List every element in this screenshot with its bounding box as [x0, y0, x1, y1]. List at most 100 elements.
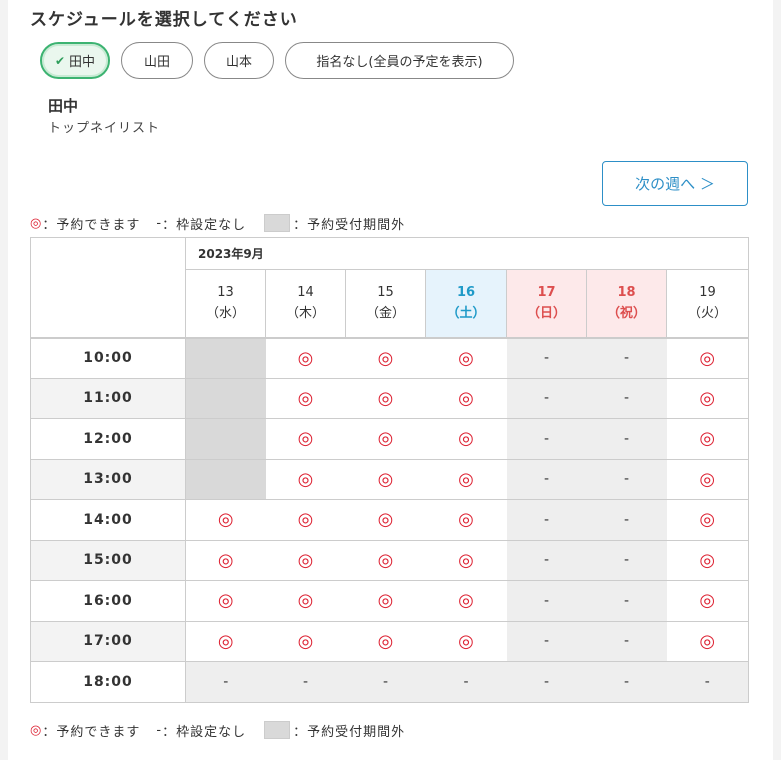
staff-option-label: 指名なし(全員の予定を表示) [316, 55, 483, 70]
available-text: ：予約できます [42, 724, 141, 740]
available-slot[interactable]: ◎ [345, 580, 426, 622]
available-slot[interactable]: ◎ [425, 499, 507, 541]
available-slot[interactable]: ◎ [666, 336, 749, 379]
available-slot[interactable]: ◎ [265, 539, 346, 581]
no-slot: - [586, 620, 667, 662]
time-label: 17:00 [30, 620, 186, 662]
available-slot[interactable]: ◎ [345, 418, 426, 460]
available-slot[interactable]: ◎ [666, 539, 749, 581]
available-slot[interactable]: ◎ [185, 499, 266, 541]
no-slot: - [586, 377, 667, 419]
available-slot[interactable]: ◎ [425, 620, 507, 662]
no-slot: - [185, 661, 266, 703]
time-label: 14:00 [30, 499, 186, 541]
time-slot-row: 11:00 ◎ ◎ ◎ - - ◎ [30, 377, 749, 419]
no-slot: - [506, 661, 587, 703]
available-slot[interactable]: ◎ [425, 377, 507, 419]
selected-staff-title: トップネイリスト [48, 121, 161, 136]
no-slot: - [425, 661, 507, 703]
time-slot-row: 16:00 ◎ ◎ ◎ ◎ - - ◎ [30, 580, 749, 622]
no-slot: - [586, 661, 667, 703]
available-slot[interactable]: ◎ [345, 458, 426, 500]
no-slot: - [586, 539, 667, 581]
outside-period-slot [185, 336, 266, 379]
available-slot[interactable]: ◎ [345, 336, 426, 379]
time-label: 15:00 [30, 539, 186, 581]
no-slot: - [586, 418, 667, 460]
day-date: 14 [297, 285, 314, 301]
available-slot[interactable]: ◎ [666, 377, 749, 419]
day-header: 19 （火） [666, 269, 749, 338]
day-header: 13 （水） [185, 269, 266, 338]
day-date: 13 [217, 285, 234, 301]
day-of-week: （祝） [606, 306, 646, 322]
outside-period-swatch [264, 721, 291, 739]
no-slot: - [586, 336, 667, 379]
day-of-week: （金） [365, 306, 405, 322]
no-slot: - [506, 458, 587, 500]
available-slot[interactable]: ◎ [425, 458, 507, 500]
outside-period-slot [185, 458, 266, 500]
available-slot[interactable]: ◎ [265, 418, 346, 460]
no-slot: - [506, 580, 587, 622]
none-text: ：枠設定なし [162, 217, 247, 233]
available-slot[interactable]: ◎ [345, 620, 426, 662]
available-slot[interactable]: ◎ [425, 580, 507, 622]
available-slot[interactable]: ◎ [666, 499, 749, 541]
staff-option-tanaka[interactable]: ✔ 田中 [40, 42, 110, 79]
available-slot[interactable]: ◎ [345, 377, 426, 419]
time-label: 18:00 [30, 661, 186, 703]
no-slot: - [506, 620, 587, 662]
available-slot[interactable]: ◎ [666, 418, 749, 460]
outside-text: ：予約受付期間外 [293, 724, 406, 740]
available-slot[interactable]: ◎ [265, 336, 346, 379]
time-slot-row: 15:00 ◎ ◎ ◎ ◎ - - ◎ [30, 539, 749, 581]
available-slot[interactable]: ◎ [265, 377, 346, 419]
available-slot[interactable]: ◎ [265, 620, 346, 662]
available-slot[interactable]: ◎ [425, 539, 507, 581]
no-slot: - [586, 580, 667, 622]
available-slot[interactable]: ◎ [185, 539, 266, 581]
available-slot[interactable]: ◎ [345, 539, 426, 581]
available-slot[interactable]: ◎ [345, 499, 426, 541]
next-week-button[interactable]: 次の週へ ＞ [602, 161, 748, 206]
available-slot[interactable]: ◎ [185, 620, 266, 662]
day-of-week: （土） [446, 306, 486, 322]
day-of-week: （水） [205, 306, 245, 322]
time-slot-row: 12:00 ◎ ◎ ◎ - - ◎ [30, 418, 749, 460]
schedule-table: 2023年9月 13 （水） 14 （木） 15 （金） 16 （土） 17 （日） 18 （祝） 19… [30, 237, 749, 703]
no-slot: - [506, 499, 587, 541]
available-slot[interactable]: ◎ [185, 580, 266, 622]
available-slot[interactable]: ◎ [265, 499, 346, 541]
available-slot[interactable]: ◎ [666, 620, 749, 662]
day-of-week: （火） [687, 306, 727, 322]
time-label: 11:00 [30, 377, 186, 419]
available-slot[interactable]: ◎ [425, 336, 507, 379]
time-label: 10:00 [30, 336, 186, 379]
day-date: 17 [537, 285, 556, 301]
available-slot[interactable]: ◎ [265, 458, 346, 500]
staff-option-yamamoto[interactable]: 山本 [204, 42, 274, 79]
available-slot[interactable]: ◎ [425, 418, 507, 460]
available-text: ：予約できます [42, 217, 141, 233]
no-slot: - [506, 539, 587, 581]
staff-option-label: 山田 [143, 55, 170, 70]
day-of-week: （木） [285, 306, 325, 322]
legend-bottom: ◎ ：予約できます - ：枠設定なし ：予約受付期間外 [30, 720, 405, 740]
time-label: 16:00 [30, 580, 186, 622]
available-slot[interactable]: ◎ [666, 458, 749, 500]
available-slot[interactable]: ◎ [666, 580, 749, 622]
time-label: 12:00 [30, 418, 186, 460]
available-slot[interactable]: ◎ [265, 580, 346, 622]
check-icon: ✔ [54, 53, 66, 68]
day-header: 14 （木） [265, 269, 346, 338]
no-slot: - [586, 499, 667, 541]
staff-option-no-preference[interactable]: 指名なし(全員の予定を表示) [285, 42, 514, 79]
no-slot: - [666, 661, 749, 703]
month-label: 2023年9月 [185, 237, 749, 270]
staff-option-yamada[interactable]: 山田 [121, 42, 193, 79]
time-label: 13:00 [30, 458, 186, 500]
day-date: 16 [456, 285, 476, 301]
no-slot: - [506, 377, 587, 419]
no-slot: - [265, 661, 346, 703]
